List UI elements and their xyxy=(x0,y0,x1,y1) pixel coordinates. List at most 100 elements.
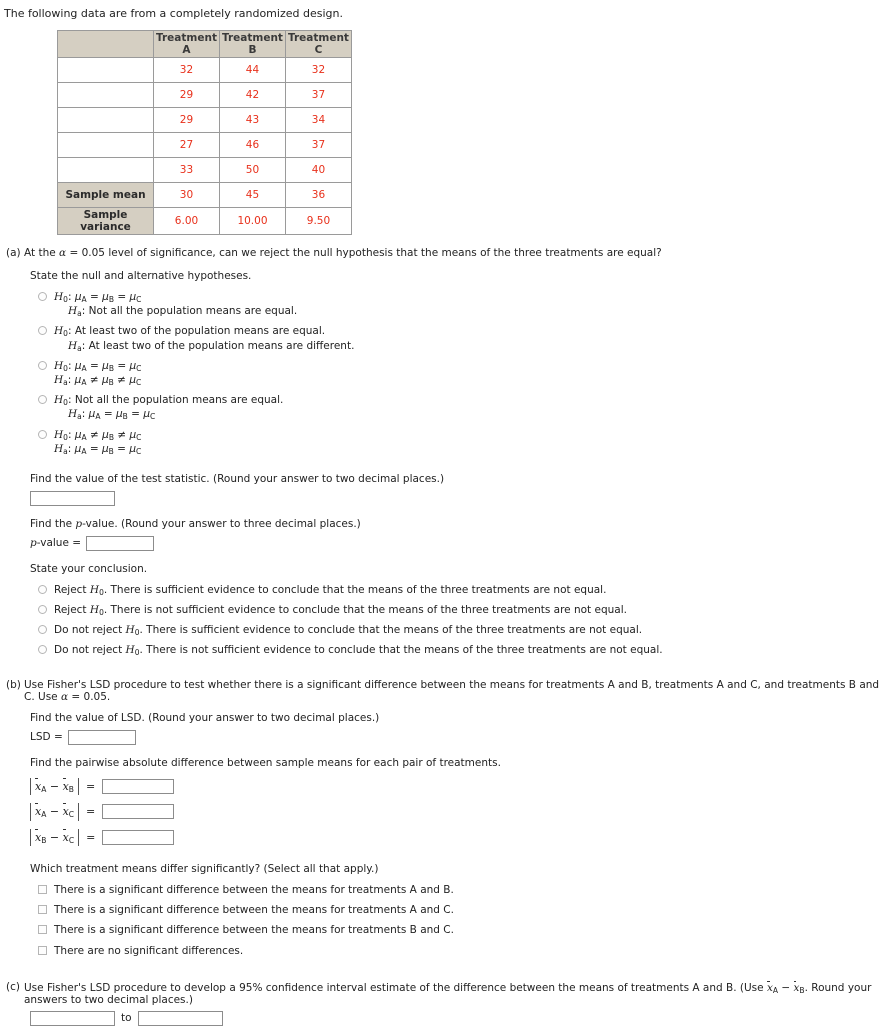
cell-a: 6.00 xyxy=(153,207,220,236)
radio-icon[interactable] xyxy=(38,645,47,655)
header-letter: C xyxy=(314,44,323,57)
hypothesis-option-2[interactable]: H0: At least two of the population means… xyxy=(38,321,884,355)
checkbox-icon[interactable] xyxy=(38,885,47,895)
equals-sign: = xyxy=(86,830,96,844)
pvalue-label-post: -value = xyxy=(36,537,82,550)
h-subscript: 0 xyxy=(99,587,104,597)
cell-a: 32 xyxy=(153,57,220,84)
cell-b: 10.00 xyxy=(218,207,286,236)
table-row: 33 50 40 xyxy=(57,157,352,184)
ci-upper-input[interactable] xyxy=(137,1010,223,1026)
h0-line: H0: μA = μB = μC xyxy=(54,291,142,305)
cell-b: 42 xyxy=(218,82,286,109)
hypothesis-option-3[interactable]: H0: μA = μB = μC Ha: μA ≠ μB ≠ μC xyxy=(38,356,884,390)
abs-diff-bc-input[interactable] xyxy=(102,829,175,845)
test-statistic-prompt: Find the value of the test statistic. (R… xyxy=(30,472,445,485)
row-label xyxy=(57,157,154,184)
cell-a: 33 xyxy=(153,157,220,184)
hypothesis-option-1[interactable]: H0: μA = μB = μC Ha: Not all the populat… xyxy=(38,287,884,321)
radio-icon[interactable] xyxy=(38,605,47,615)
lsd-input[interactable] xyxy=(67,729,136,745)
cell-b: 43 xyxy=(218,107,286,134)
conclusion-option-4[interactable]: Do not reject H0. There is not sufficien… xyxy=(38,640,884,660)
abs-diff-ac-input[interactable] xyxy=(102,804,175,820)
table-header-treatment-b: Treatment B xyxy=(218,29,286,59)
treatment-data-table: Treatment A Treatment B Treatment C 32 4… xyxy=(57,29,352,236)
hypothesis-option-4[interactable]: H0: Not all the population means are equ… xyxy=(38,390,884,424)
conclusion-lead: Reject xyxy=(54,583,90,596)
conclusion-lead: Do not reject xyxy=(54,644,126,657)
state-hypotheses-label: State the null and alternative hypothese… xyxy=(30,270,252,283)
prompt-pre: Use Fisher's LSD procedure to develop a … xyxy=(24,981,767,994)
row-label-sample-variance: Sample variance xyxy=(57,207,154,236)
ci-to-label: to xyxy=(121,1012,132,1025)
conclusion-lead: Do not reject xyxy=(54,624,126,637)
abs-diff-ac-expression: xA − xC xyxy=(30,803,80,821)
prompt-post: = 0.05. xyxy=(68,690,111,703)
part-b-prompt-text: Use Fisher's LSD procedure to test wheth… xyxy=(24,679,884,703)
cell-c: 9.50 xyxy=(284,207,352,236)
test-statistic-row xyxy=(30,490,884,506)
checkbox-option-ac[interactable]: There is a significant difference betwee… xyxy=(38,900,884,920)
hypothesis-option-5[interactable]: H0: μA ≠ μB ≠ μC Ha: μA = μB = μC xyxy=(38,425,884,459)
radio-icon[interactable] xyxy=(38,584,47,594)
alpha-symbol: α xyxy=(60,690,69,703)
prompt-pre: At the xyxy=(24,247,60,260)
radio-icon[interactable] xyxy=(38,395,47,405)
radio-icon[interactable] xyxy=(38,326,47,336)
hypothesis-option-3-body: H0: μA = μB = μC Ha: μA ≠ μB ≠ μC xyxy=(54,359,884,387)
conclusion-tail: . There is sufficient evidence to conclu… xyxy=(139,624,643,637)
part-a-block: (a) At the α = 0.05 level of significanc… xyxy=(0,247,884,660)
h0-line: H0: μA ≠ μB ≠ μC xyxy=(54,428,142,442)
radio-icon[interactable] xyxy=(38,360,47,370)
radio-icon[interactable] xyxy=(38,292,47,302)
checkbox-option-bc[interactable]: There is a significant difference betwee… xyxy=(38,920,884,940)
checkbox-icon[interactable] xyxy=(38,925,47,935)
conclusion-option-1-body: Reject H0. There is sufficient evidence … xyxy=(54,583,884,597)
ha-line: Ha: μA = μB = μC xyxy=(54,442,142,456)
conclusion-option-2[interactable]: Reject H0. There is not sufficient evide… xyxy=(38,600,884,620)
part-a-prompt-text: At the α = 0.05 level of significance, c… xyxy=(24,247,884,259)
cell-b: 46 xyxy=(218,132,286,159)
part-b-block: (b) Use Fisher's LSD procedure to test w… xyxy=(0,679,884,961)
cell-c: 40 xyxy=(284,157,352,184)
part-b-marker: (b) xyxy=(6,678,21,691)
hypothesis-option-5-body: H0: μA ≠ μB ≠ μC Ha: μA = μB = μC xyxy=(54,428,884,456)
conclusion-option-2-body: Reject H0. There is not sufficient evide… xyxy=(54,603,884,617)
hypothesis-option-2-body: H0: At least two of the population means… xyxy=(54,324,884,352)
checkbox-option-ab[interactable]: There is a significant difference betwee… xyxy=(38,880,884,900)
xbar-b-subscript: B xyxy=(799,985,805,995)
checkbox-option-ac-label: There is a significant difference betwee… xyxy=(54,904,454,917)
h0-text: At least two of the population means are… xyxy=(74,325,326,338)
conclusion-option-1[interactable]: Reject H0. There is sufficient evidence … xyxy=(38,580,884,600)
table-row: 27 46 37 xyxy=(57,132,352,159)
pair-first-subscript: A xyxy=(41,810,47,820)
test-statistic-input[interactable] xyxy=(30,490,115,506)
lsd-row: LSD = xyxy=(30,729,884,745)
confidence-interval-row: to xyxy=(30,1010,884,1026)
header-word: Treatment xyxy=(221,32,283,44)
radio-icon[interactable] xyxy=(38,429,47,439)
conclusion-option-3[interactable]: Do not reject H0. There is sufficient ev… xyxy=(38,620,884,640)
cell-b: 45 xyxy=(218,182,286,209)
prompt-post: = 0.05 level of significance, can we rej… xyxy=(66,247,662,260)
intro-text: The following data are from a completely… xyxy=(4,7,343,20)
abs-diff-ab-expression: xA − xB xyxy=(30,777,79,796)
pvalue-label: p-value = xyxy=(30,537,81,549)
checkbox-option-ab-label: There is a significant difference betwee… xyxy=(54,884,454,897)
h-subscript: 0 xyxy=(134,628,140,638)
ha-line: Ha: μA = μB = μC xyxy=(68,408,156,422)
prompt-pre: Use Fisher's LSD procedure to test wheth… xyxy=(24,678,880,703)
checkbox-option-none-label: There are no significant differences. xyxy=(54,944,244,957)
ci-lower-input[interactable] xyxy=(30,1010,115,1026)
row-label xyxy=(57,107,154,134)
checkbox-icon[interactable] xyxy=(38,945,47,955)
equals-sign: = xyxy=(86,805,96,819)
h-symbol: H xyxy=(125,624,135,637)
conclusion-option-3-body: Do not reject H0. There is sufficient ev… xyxy=(54,623,884,637)
pvalue-input[interactable] xyxy=(86,535,155,551)
abs-diff-ab-input[interactable] xyxy=(102,778,175,794)
radio-icon[interactable] xyxy=(38,625,47,635)
checkbox-icon[interactable] xyxy=(38,905,47,915)
table-header-corner xyxy=(57,29,154,59)
